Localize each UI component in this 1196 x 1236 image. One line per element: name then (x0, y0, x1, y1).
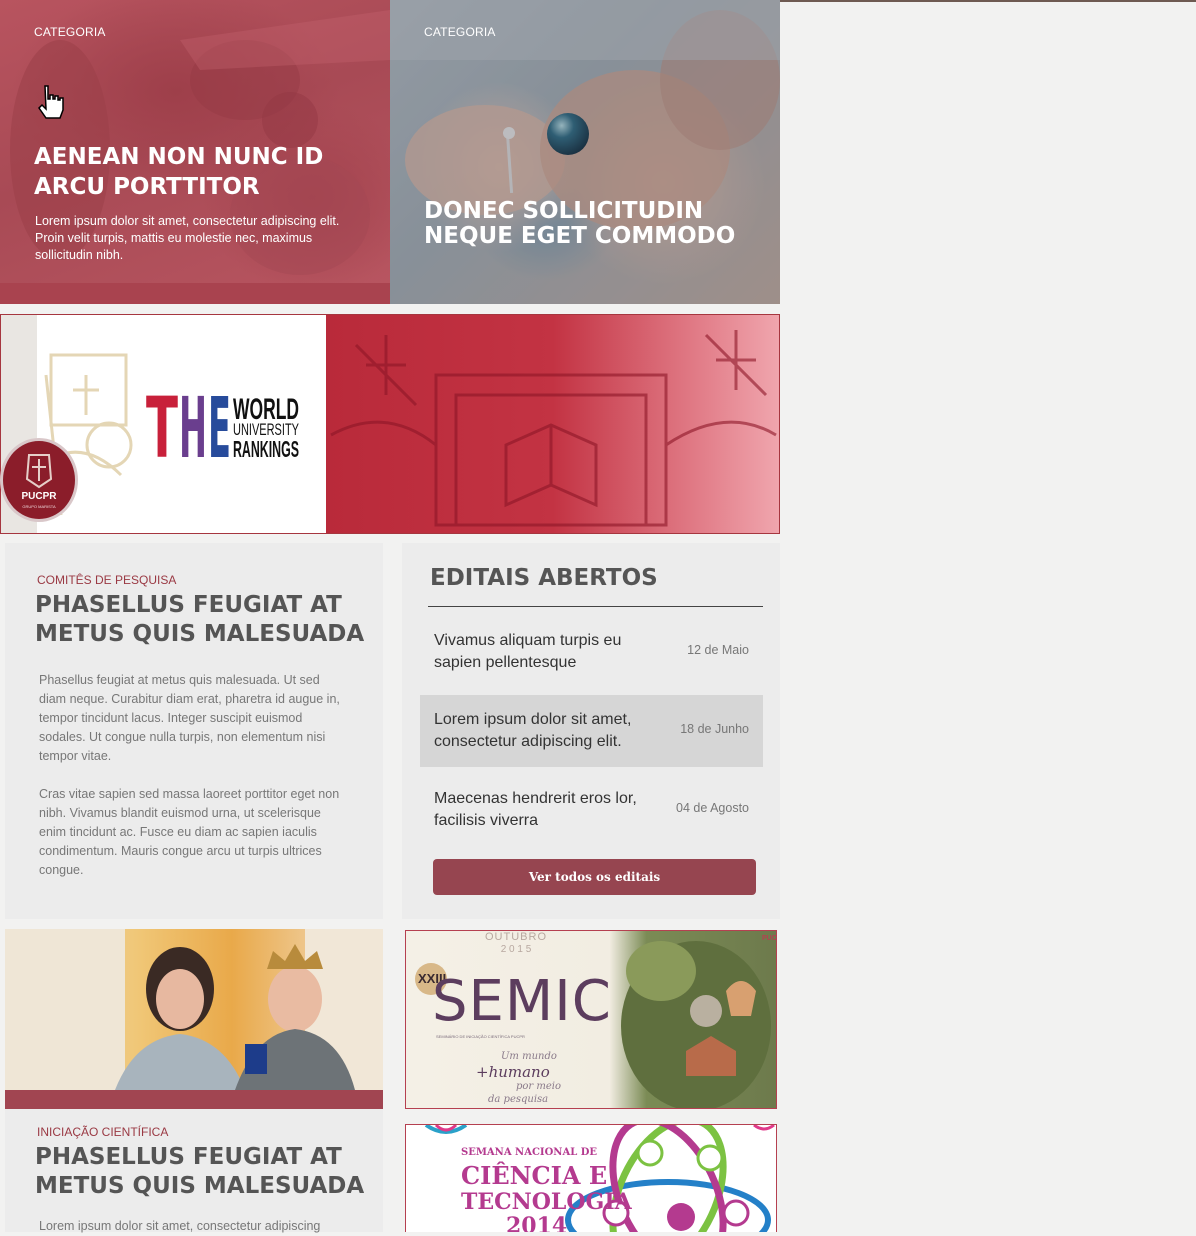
research-category[interactable]: COMITÊS DE PESQUISA (37, 573, 176, 587)
ic-photo-band (5, 1090, 383, 1109)
semic-slogan-4: da pesquisa (488, 1094, 549, 1105)
edital-item[interactable]: Maecenas hendrerit eros lor, facilisis v… (420, 774, 763, 846)
view-all-editais-button[interactable]: Ver todos os editais (433, 859, 756, 895)
research-panel: COMITÊS DE PESQUISA PHASELLUS FEUGIAT AT… (5, 543, 383, 919)
snct-banner[interactable]: SEMANA NACIONAL DE CIÊNCIA E TECNOLOGIA … (405, 1124, 777, 1232)
research-paragraph-1: Phasellus feugiat at metus quis malesuad… (39, 673, 340, 763)
semic-subtitle: SEMINÁRIO DE INICIAÇÃO CIENTÍFICA PUCPR (436, 1034, 525, 1039)
hero-2-overlay (390, 0, 780, 304)
students-photo (5, 929, 383, 1090)
hero-1-category[interactable]: CATEGORIA (34, 25, 106, 39)
seal-group: GRUPO MARISTA (22, 504, 56, 509)
semic-banner[interactable]: OUTUBRO 2 0 1 5 XXIII SEMIC SEMINÁRIO DE… (405, 930, 777, 1109)
editais-title: EDITAIS ABERTOS (430, 565, 658, 591)
edital-date: 04 de Agosto (676, 801, 749, 815)
snct-line-2: CIÊNCIA E (461, 1161, 608, 1190)
edital-title[interactable]: Vivamus aliquam turpis eu sapien pellent… (434, 630, 664, 674)
research-paragraph-2: Cras vitae sapien sed massa laoreet port… (39, 787, 340, 877)
hero-1-bottom-band (0, 283, 390, 304)
semic-year: 2 0 1 5 (500, 944, 532, 955)
the-rankings-text: RANKINGS (233, 436, 299, 462)
snct-line-3: TECNOLOGIA (461, 1189, 632, 1215)
edital-item[interactable]: Vivamus aliquam turpis eu sapien pellent… (420, 616, 763, 688)
semic-corner-logo: PUC (762, 935, 777, 942)
top-divider (780, 0, 1196, 2)
semic-slogan-3: por meio (516, 1081, 561, 1092)
semic-slogan-2: +humano (476, 1063, 550, 1081)
snct-line-1: SEMANA NACIONAL DE (461, 1147, 598, 1158)
ic-category[interactable]: INICIAÇÃO CIENTÍFICA (37, 1125, 168, 1139)
hero-card-2[interactable]: CATEGORIA DONEC SOLLICITUDIN NEQUE EGET … (390, 0, 780, 304)
banner-right-panel (326, 315, 779, 533)
edital-title[interactable]: Maecenas hendrerit eros lor, facilisis v… (434, 788, 664, 832)
crest-pattern (330, 330, 777, 527)
the-letter-e: E (208, 387, 231, 462)
ic-text: Lorem ipsum dolor sit amet, consectetur … (39, 1219, 321, 1233)
editais-divider (428, 606, 763, 607)
edital-item[interactable]: Lorem ipsum dolor sit amet, consectetur … (420, 695, 763, 767)
the-letter-t: T (146, 387, 178, 462)
semic-title: SEMIC (432, 969, 612, 1034)
hero-2-category[interactable]: CATEGORIA (424, 25, 496, 39)
hand-cursor-icon (38, 85, 64, 119)
ic-panel: INICIAÇÃO CIENTÍFICA PHASELLUS FEUGIAT A… (5, 1109, 383, 1233)
edital-date: 12 de Maio (687, 643, 749, 657)
the-rankings-logo: T H E WORLD UNIVERSITY RANKINGS (146, 387, 299, 462)
edital-title[interactable]: Lorem ipsum dolor sit amet, consectetur … (434, 709, 664, 753)
snct-line-4: 2014 (506, 1213, 568, 1232)
semic-month: OUTUBRO (485, 931, 547, 943)
seal-name: PUCPR (21, 491, 57, 502)
ic-photo[interactable] (5, 929, 383, 1090)
hero-card-1[interactable]: CATEGORIA AENEAN NON NUNC ID ARCU PORTTI… (0, 0, 390, 304)
pucpr-seal: PUCPR GRUPO MARISTA (0, 438, 78, 522)
rankings-banner[interactable]: T H E WORLD UNIVERSITY RANKINGS (0, 314, 780, 534)
semic-slogan-1: Um mundo (501, 1051, 557, 1062)
ic-title[interactable]: PHASELLUS FEUGIAT AT METUS QUIS MALESUAD… (35, 1143, 365, 1201)
edital-date: 18 de Junho (680, 722, 749, 736)
hero-1-description: Lorem ipsum dolor sit amet, consectetur … (35, 214, 340, 262)
the-letter-h: H (179, 387, 207, 462)
research-title[interactable]: PHASELLUS FEUGIAT AT METUS QUIS MALESUAD… (35, 591, 365, 649)
hero-1-title[interactable]: AENEAN NON NUNC ID ARCU PORTTITOR (34, 142, 364, 202)
hero-2-title[interactable]: DONEC SOLLICITUDIN NEQUE EGET COMMODO (424, 199, 764, 249)
